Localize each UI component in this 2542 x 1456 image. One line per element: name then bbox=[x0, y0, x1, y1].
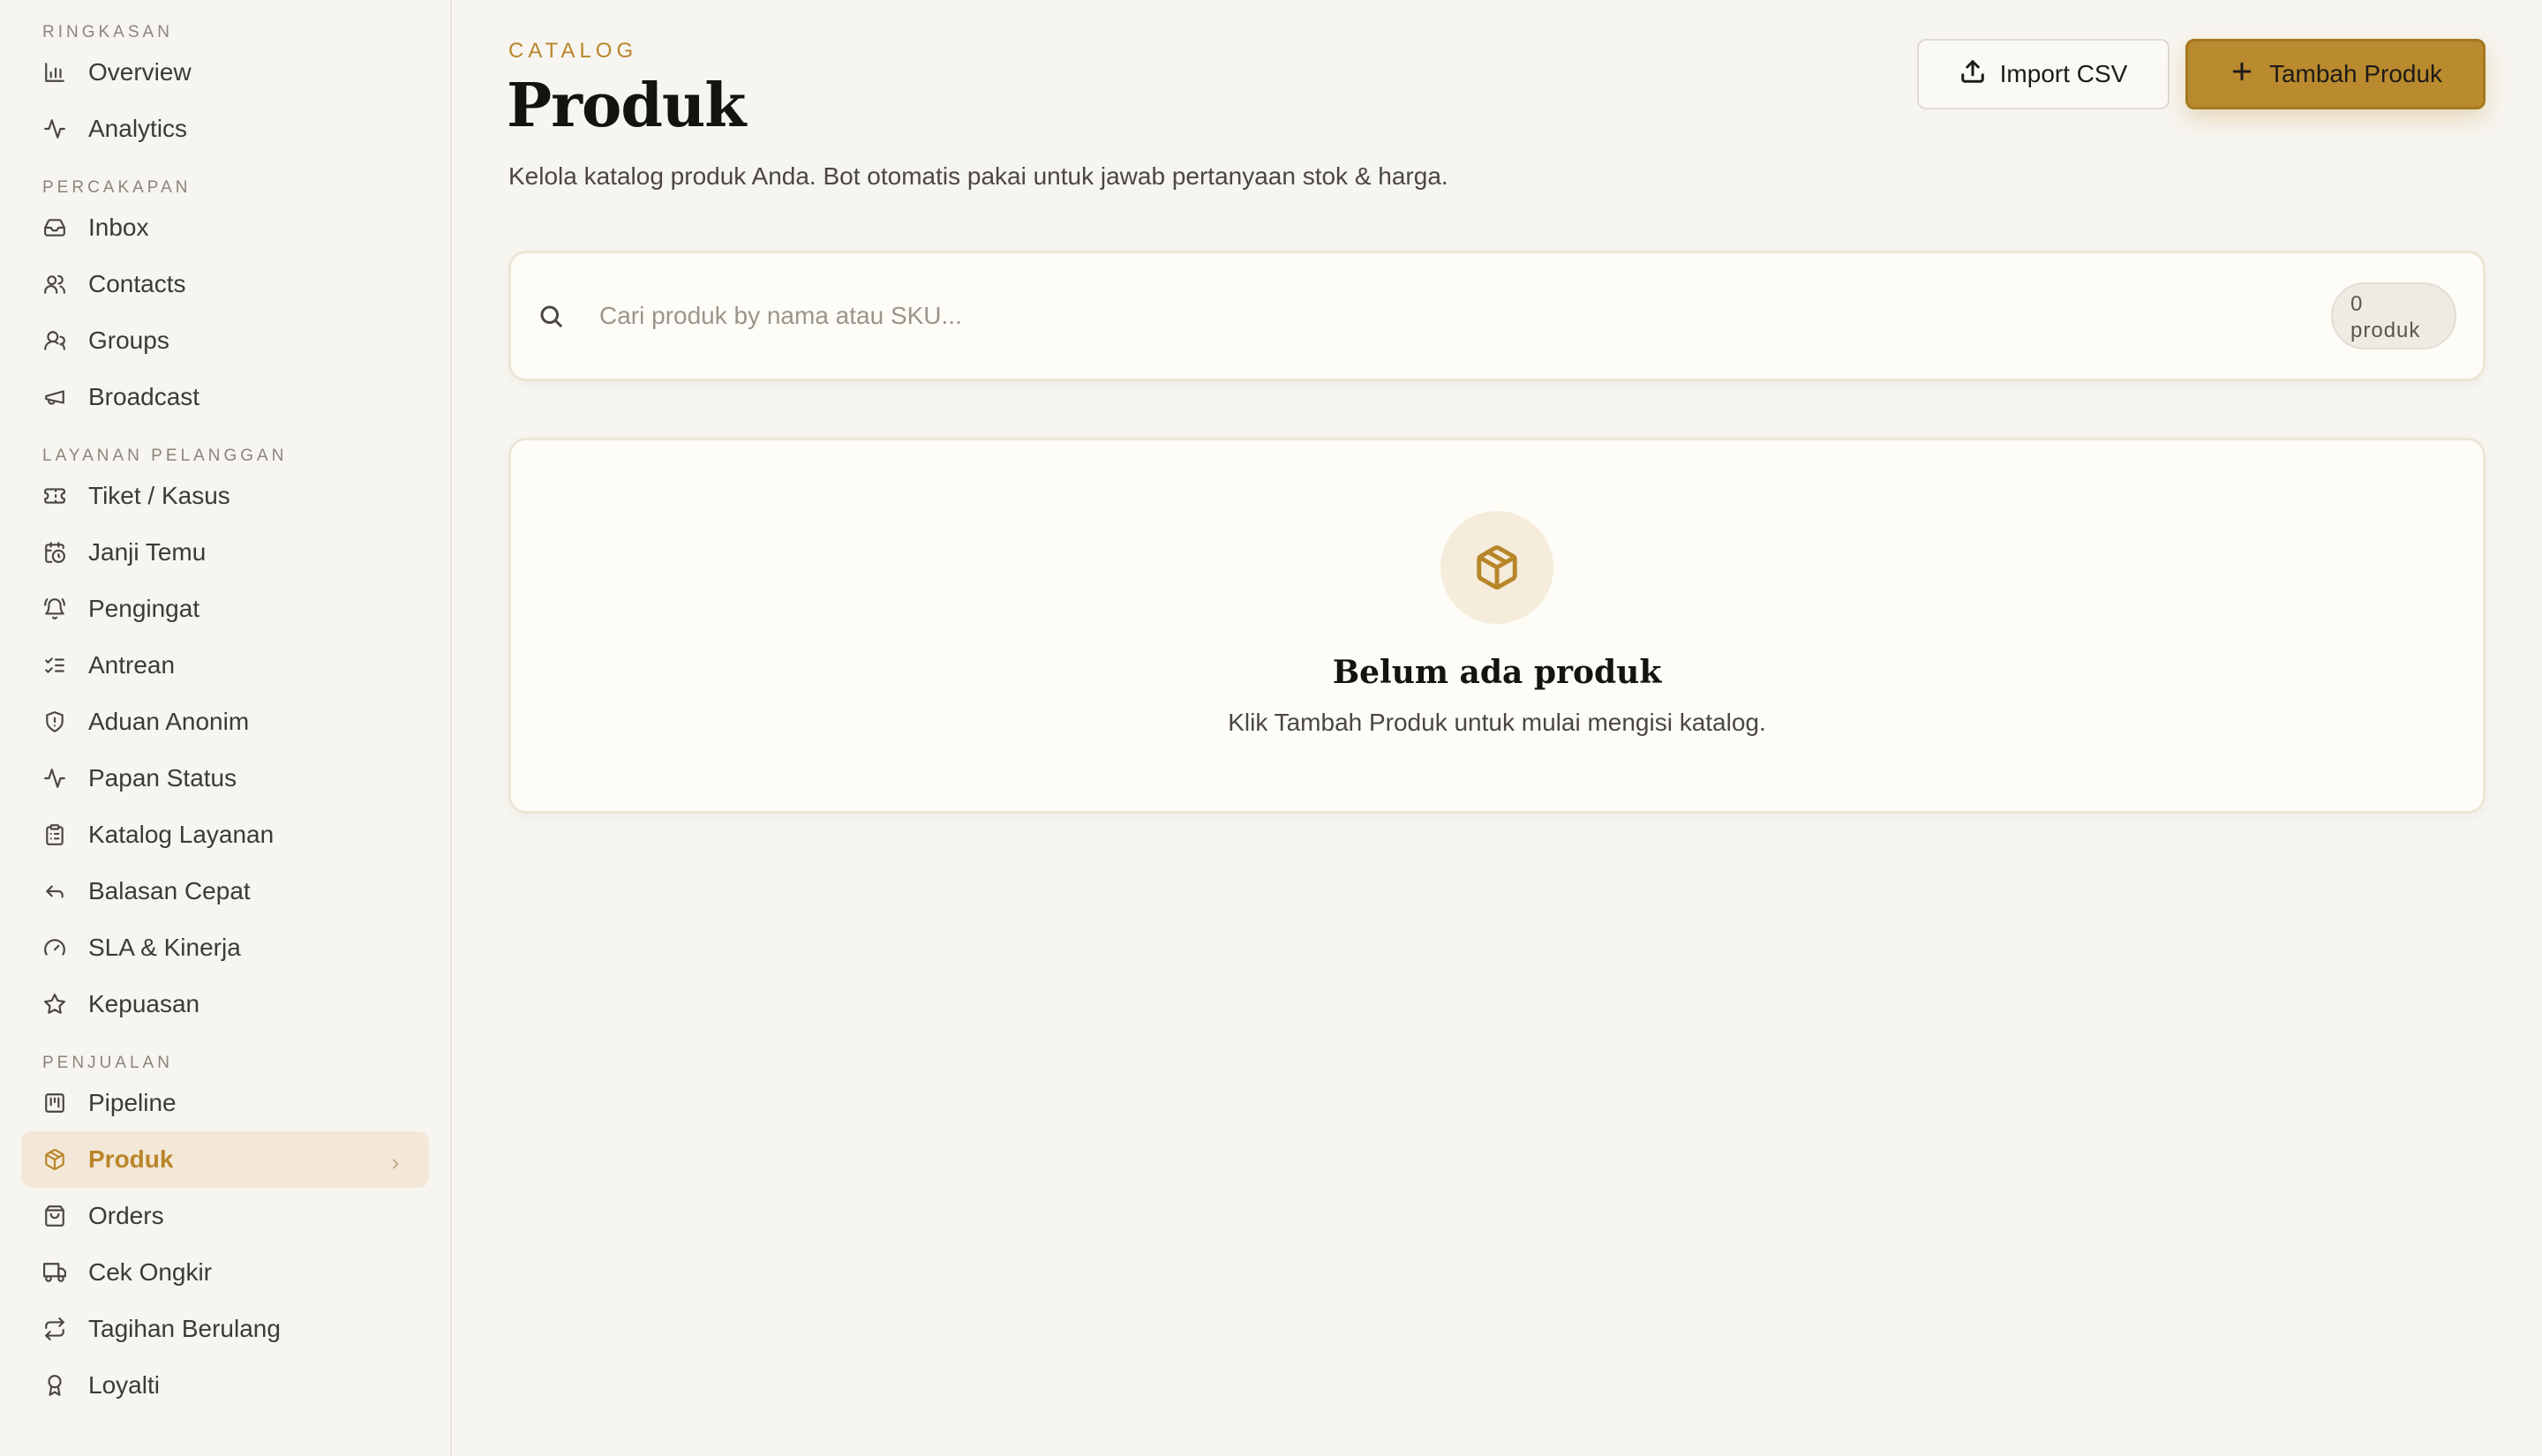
bell-ring-icon bbox=[42, 597, 67, 621]
sidebar-item-label: SLA & Kinerja bbox=[88, 934, 241, 961]
sidebar-item-tagihan[interactable]: Tagihan Berulang bbox=[21, 1301, 429, 1357]
sidebar-item-tiket[interactable]: Tiket / Kasus bbox=[21, 468, 429, 524]
reply-icon bbox=[42, 879, 67, 904]
sidebar-item-label: Produk bbox=[88, 1145, 174, 1173]
section-label-penjualan: PENJUALAN bbox=[42, 1054, 173, 1072]
repeat-icon bbox=[42, 1317, 67, 1341]
sidebar-item-janji[interactable]: Janji Temu bbox=[21, 524, 429, 581]
page-title: Produk bbox=[507, 71, 746, 141]
empty-state-card: Belum ada produk Klik Tambah Produk untu… bbox=[508, 438, 2486, 814]
sidebar-item-label: Inbox bbox=[88, 214, 149, 241]
sidebar-item-label: Pipeline bbox=[88, 1089, 177, 1116]
clipboard-list-icon bbox=[42, 822, 67, 847]
sidebar: RINGKASAN Overview Analytics PERCAKAPAN … bbox=[0, 0, 452, 1456]
sidebar-item-label: Antrean bbox=[88, 651, 176, 679]
import-csv-label: Import CSV bbox=[1999, 60, 2128, 87]
shopping-bag-icon bbox=[42, 1204, 67, 1228]
sidebar-item-label: Contacts bbox=[88, 270, 186, 297]
product-count-number: 0 bbox=[2350, 292, 2364, 316]
sidebar-item-label: Janji Temu bbox=[88, 538, 207, 566]
chevron-right-icon bbox=[387, 1151, 404, 1169]
sidebar-item-label: Cek Ongkir bbox=[88, 1258, 213, 1286]
sidebar-item-label: Aduan Anonim bbox=[88, 708, 250, 735]
sidebar-item-label: Papan Status bbox=[88, 764, 237, 792]
section-label-layanan: LAYANAN PELANGGAN bbox=[42, 447, 288, 465]
sidebar-item-overview[interactable]: Overview bbox=[21, 44, 429, 101]
sidebar-item-broadcast[interactable]: Broadcast bbox=[21, 369, 429, 425]
star-icon bbox=[42, 992, 67, 1017]
search-icon bbox=[538, 303, 564, 329]
sidebar-item-label: Balasan Cepat bbox=[88, 877, 251, 904]
plus-icon bbox=[2229, 58, 2255, 91]
empty-state-title: Belum ada produk bbox=[1332, 654, 1662, 691]
page-eyebrow: CATALOG bbox=[508, 39, 638, 63]
sidebar-item-loyalti[interactable]: Loyalti bbox=[21, 1357, 429, 1414]
sidebar-item-pipeline[interactable]: Pipeline bbox=[21, 1075, 429, 1131]
truck-icon bbox=[42, 1260, 67, 1285]
activity-icon bbox=[42, 766, 67, 791]
sidebar-item-label: Orders bbox=[88, 1202, 164, 1229]
section-label-percakapan: PERCAKAPAN bbox=[42, 178, 192, 197]
sidebar-item-label: Tagihan Berulang bbox=[88, 1315, 281, 1342]
sidebar-item-pengingat[interactable]: Pengingat bbox=[21, 581, 429, 637]
sidebar-item-groups[interactable]: Groups bbox=[21, 312, 429, 369]
section-label-ringkasan: RINGKASAN bbox=[42, 23, 173, 41]
list-checks-icon bbox=[42, 653, 67, 678]
sidebar-item-inbox[interactable]: Inbox bbox=[21, 199, 429, 256]
kanban-icon bbox=[42, 1091, 67, 1115]
sidebar-item-sla[interactable]: SLA & Kinerja bbox=[21, 919, 429, 976]
page-description: Kelola katalog produk Anda. Bot otomatis… bbox=[508, 162, 1448, 190]
package-icon bbox=[42, 1147, 67, 1172]
sidebar-item-produk[interactable]: Produk bbox=[21, 1131, 429, 1188]
megaphone-icon bbox=[42, 385, 67, 409]
sidebar-item-papan[interactable]: Papan Status bbox=[21, 750, 429, 807]
app-shell: RINGKASAN Overview Analytics PERCAKAPAN … bbox=[0, 0, 2542, 1456]
users-round-icon bbox=[42, 328, 67, 353]
add-product-button[interactable]: Tambah Produk bbox=[2185, 39, 2486, 109]
inbox-icon bbox=[42, 215, 67, 240]
sidebar-item-balasan[interactable]: Balasan Cepat bbox=[21, 863, 429, 919]
sidebar-item-label: Pengingat bbox=[88, 595, 200, 622]
sidebar-item-contacts[interactable]: Contacts bbox=[21, 256, 429, 312]
add-product-label: Tambah Produk bbox=[2268, 60, 2443, 87]
bar-chart-icon bbox=[42, 60, 67, 85]
sidebar-item-label: Broadcast bbox=[88, 383, 200, 410]
sidebar-item-label: Tiket / Kasus bbox=[88, 482, 230, 509]
import-csv-button[interactable]: Import CSV bbox=[1917, 39, 2170, 109]
ticket-icon bbox=[42, 484, 67, 508]
product-count-unit: produk bbox=[2350, 319, 2421, 342]
shield-icon bbox=[42, 709, 67, 734]
sidebar-item-katalog[interactable]: Katalog Layanan bbox=[21, 807, 429, 863]
sidebar-item-label: Analytics bbox=[88, 115, 188, 142]
package-icon bbox=[1440, 511, 1553, 624]
sidebar-item-kepuasan[interactable]: Kepuasan bbox=[21, 976, 429, 1032]
sidebar-item-label: Loyalti bbox=[88, 1371, 160, 1399]
search-input[interactable] bbox=[599, 302, 2331, 330]
activity-icon bbox=[42, 116, 67, 141]
sidebar-item-label: Groups bbox=[88, 326, 169, 354]
sidebar-item-antrean[interactable]: Antrean bbox=[21, 637, 429, 694]
sidebar-item-orders[interactable]: Orders bbox=[21, 1188, 429, 1244]
sidebar-item-label: Overview bbox=[88, 58, 192, 86]
award-icon bbox=[42, 1373, 67, 1398]
main-content: CATALOG Produk Kelola katalog produk And… bbox=[452, 0, 2542, 1456]
search-bar: 0 produk bbox=[508, 251, 2486, 381]
header-actions: Import CSV Tambah Produk bbox=[1917, 39, 2486, 109]
product-count-badge: 0 produk bbox=[2331, 282, 2456, 349]
sidebar-item-label: Kepuasan bbox=[88, 990, 200, 1017]
calendar-clock-icon bbox=[42, 540, 67, 565]
sidebar-item-label: Katalog Layanan bbox=[88, 821, 275, 848]
users-icon bbox=[42, 272, 67, 296]
sidebar-item-aduan[interactable]: Aduan Anonim bbox=[21, 694, 429, 750]
empty-state-description: Klik Tambah Produk untuk mulai mengisi k… bbox=[1228, 709, 1766, 736]
sidebar-item-ongkir[interactable]: Cek Ongkir bbox=[21, 1244, 429, 1301]
upload-icon bbox=[1959, 58, 1986, 91]
gauge-icon bbox=[42, 935, 67, 960]
sidebar-item-analytics[interactable]: Analytics bbox=[21, 101, 429, 157]
